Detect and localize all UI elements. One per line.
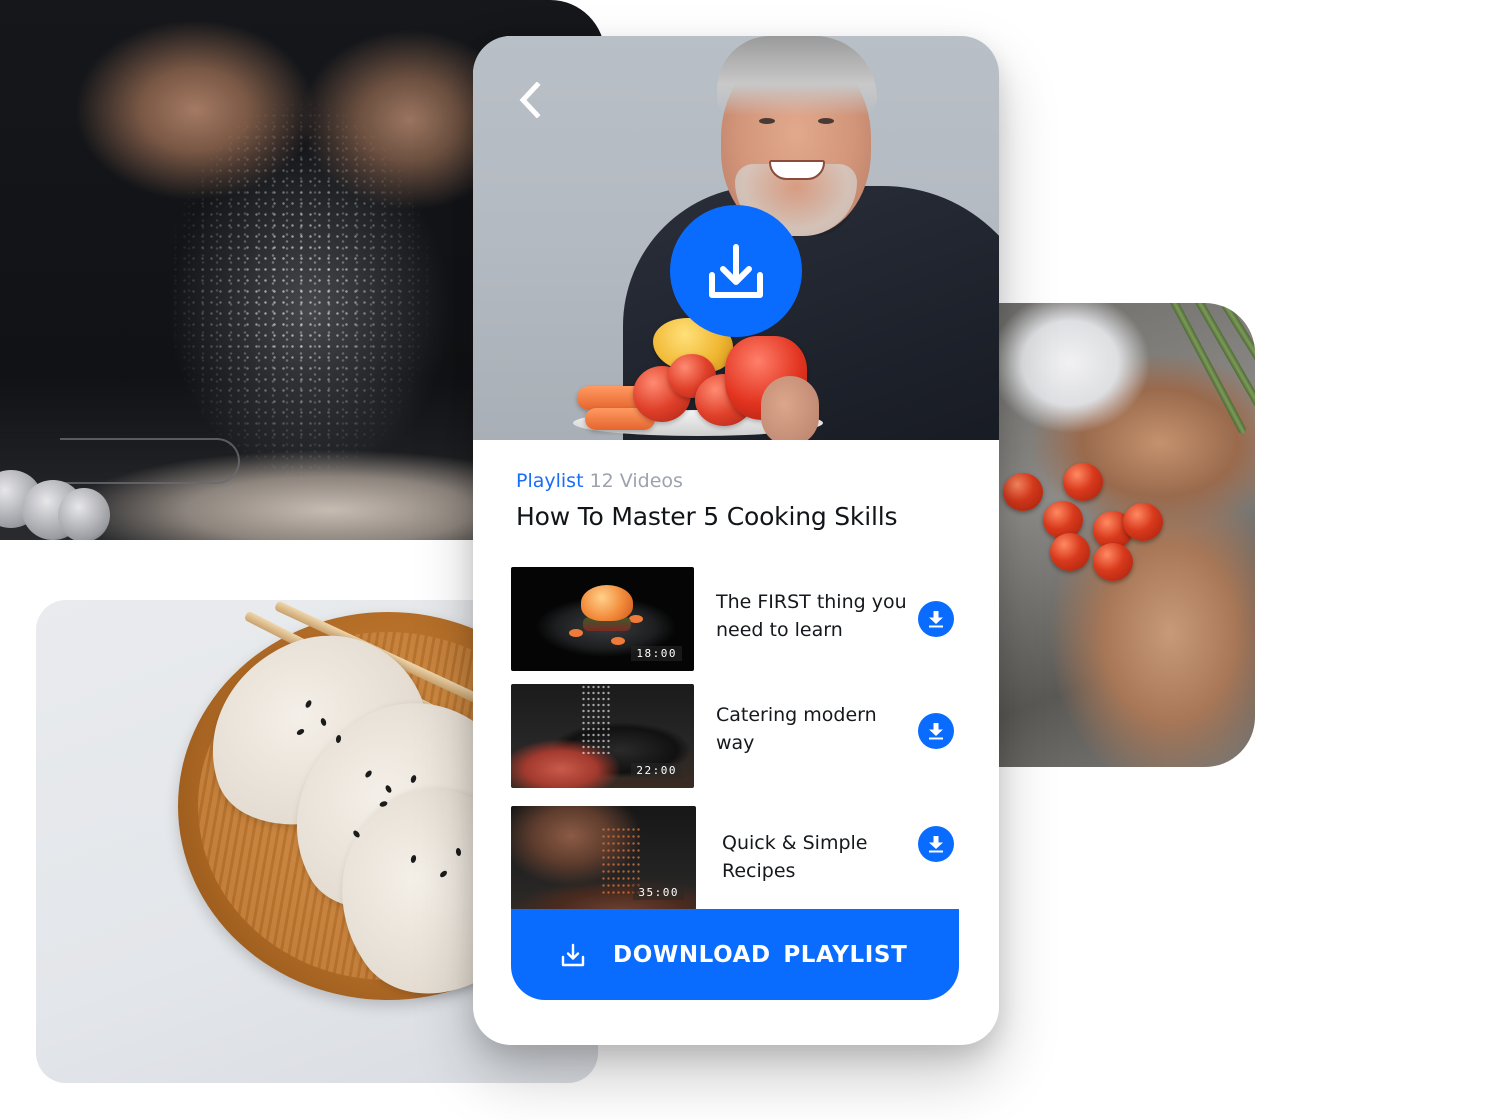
cherry-tomato: [1093, 543, 1133, 581]
video-download-button[interactable]: [918, 713, 954, 749]
video-duration: 22:00: [631, 763, 682, 778]
asparagus: [1190, 303, 1255, 443]
download-icon: [929, 723, 943, 740]
video-item[interactable]: 18:00 The FIRST thing you need to learn: [511, 567, 961, 671]
video-download-button[interactable]: [918, 601, 954, 637]
cherry-tomato: [1050, 533, 1090, 571]
cherry-tomato: [1003, 473, 1043, 511]
egg: [58, 488, 110, 540]
download-icon: [709, 244, 763, 298]
playlist-meta: Playlist 12 Videos: [516, 470, 683, 492]
download-tray-icon: [561, 943, 585, 967]
video-title[interactable]: Catering modern way: [716, 701, 916, 757]
download-playlist-label: DOWNLOAD PLAYLIST: [613, 941, 908, 968]
video-item[interactable]: 35:00 Quick & Simple Recipes: [511, 806, 961, 910]
video-duration: 35:00: [633, 885, 684, 900]
playlist-title: How To Master 5 Cooking Skills: [516, 502, 898, 531]
video-title[interactable]: The FIRST thing you need to learn: [716, 588, 916, 644]
chef-eye: [818, 118, 834, 124]
chef-hair: [717, 36, 877, 116]
sauce-dot: [569, 629, 583, 637]
background-photo-tomatoes: [960, 303, 1255, 767]
sauce-dot: [611, 637, 625, 645]
cherry-tomato: [1123, 503, 1163, 541]
download-icon: [929, 611, 943, 628]
sauce-dot: [629, 615, 643, 623]
video-duration: 18:00: [631, 646, 682, 661]
playlist-card: Playlist 12 Videos How To Master 5 Cooki…: [473, 36, 999, 1045]
back-button[interactable]: [513, 80, 547, 120]
chevron-left-icon: [519, 82, 541, 118]
salt-particles: [581, 684, 611, 754]
hero-image: [473, 36, 999, 440]
shrimp: [581, 585, 633, 621]
chef-eye: [759, 118, 775, 124]
download-playlist-button[interactable]: DOWNLOAD PLAYLIST: [511, 909, 959, 1000]
video-thumbnail[interactable]: 18:00: [511, 567, 694, 671]
playlist-label: Playlist: [516, 470, 584, 492]
hero-download-button[interactable]: [670, 205, 802, 337]
video-thumbnail[interactable]: 35:00: [511, 806, 696, 910]
whisk: [60, 438, 240, 484]
video-count: 12 Videos: [589, 470, 683, 492]
video-item[interactable]: 22:00 Catering modern way: [511, 684, 961, 788]
video-download-button[interactable]: [918, 826, 954, 862]
video-thumbnail[interactable]: 22:00: [511, 684, 694, 788]
chef-smile: [769, 160, 825, 180]
download-icon: [929, 836, 943, 853]
chef-hand: [761, 376, 819, 440]
cherry-tomato: [1063, 463, 1103, 501]
video-title[interactable]: Quick & Simple Recipes: [722, 829, 922, 885]
